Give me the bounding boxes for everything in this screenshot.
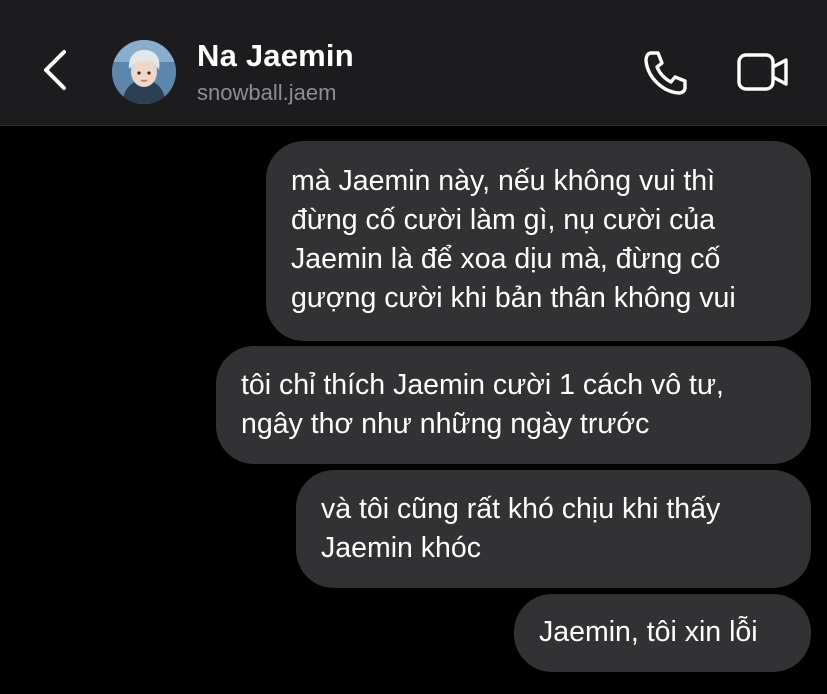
message-bubble[interactable]: mà Jaemin này, nếu không vui thì đừng cố… [266, 141, 811, 341]
video-call-button[interactable] [736, 50, 790, 94]
message-thread[interactable]: mà Jaemin này, nếu không vui thì đừng cố… [0, 126, 827, 694]
chevron-left-icon [44, 50, 66, 90]
back-button[interactable] [38, 48, 74, 92]
message-bubble[interactable]: Jaemin, tôi xin lỗi [514, 594, 811, 672]
contact-username[interactable]: snowball.jaem [197, 80, 336, 106]
video-camera-icon [737, 53, 788, 91]
profile-photo [112, 40, 176, 104]
phone-icon [644, 51, 687, 95]
contact-name[interactable]: Na Jaemin [197, 38, 354, 74]
chat-header: Na Jaemin snowball.jaem [0, 0, 827, 126]
direct-message-screen: Na Jaemin snowball.jaem mà Jaemin này, n… [0, 0, 827, 694]
message-bubble[interactable]: tôi chỉ thích Jaemin cười 1 cách vô tư, … [216, 346, 811, 464]
audio-call-button[interactable] [640, 48, 690, 96]
message-bubble[interactable]: và tôi cũng rất khó chịu khi thấy Jaemin… [296, 470, 811, 588]
avatar[interactable] [112, 40, 176, 104]
